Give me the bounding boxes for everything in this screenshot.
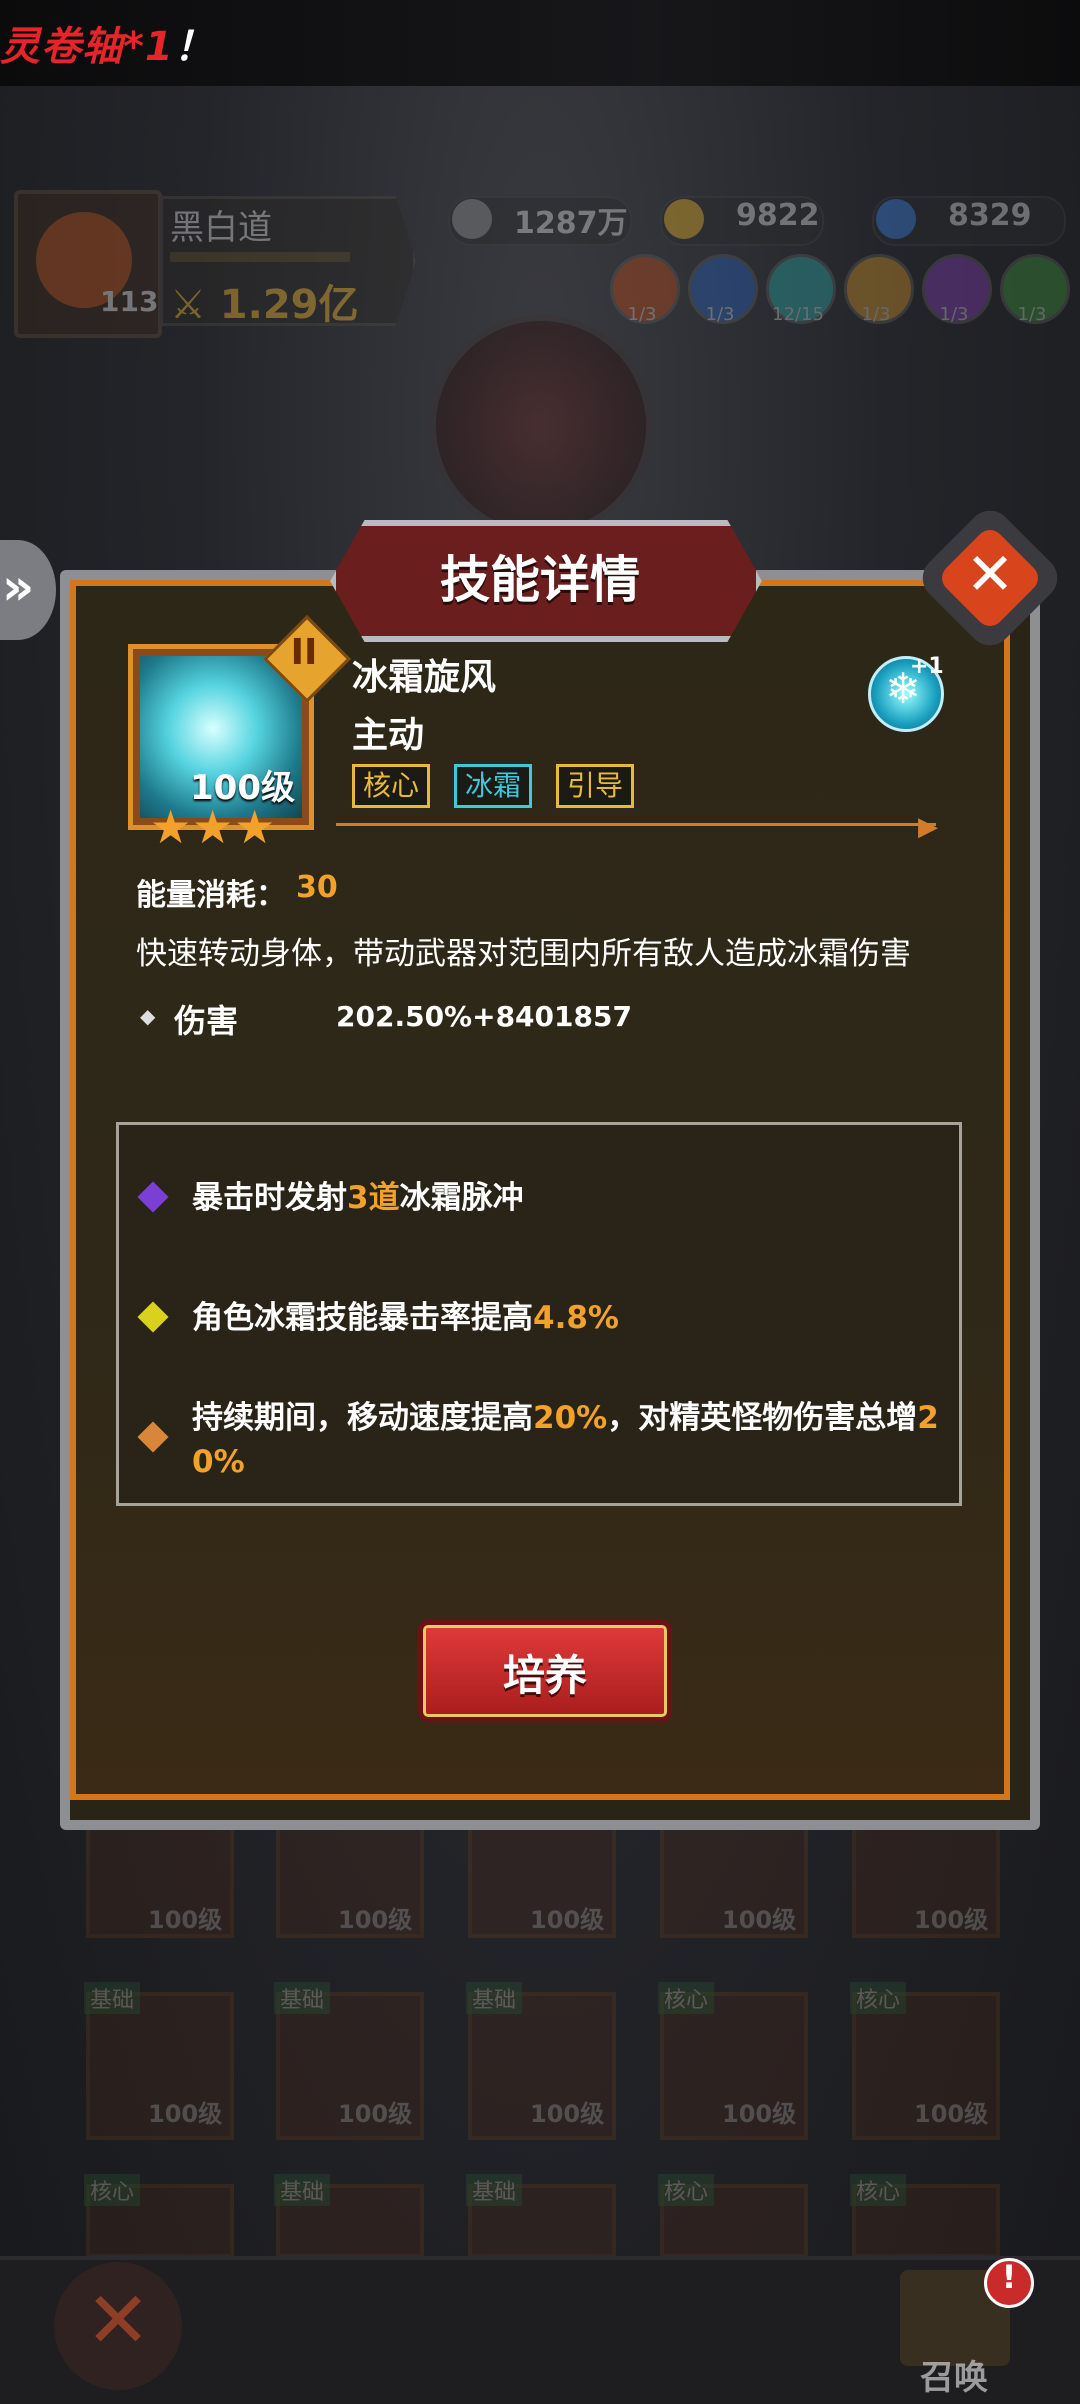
effect-3: 持续期间，移动速度提高20%，对精英怪物伤害总增20%: [192, 1396, 948, 1484]
tag-channel: 引导: [556, 764, 635, 808]
star-icon: ★: [150, 800, 192, 854]
slot-level: 100级: [530, 2100, 605, 2128]
slot-tag: 核心: [658, 2174, 715, 2206]
slot-tag: 核心: [850, 1982, 907, 2014]
close-icon: ✕: [85, 2276, 151, 2366]
slot-tag: 基础: [274, 2174, 331, 2206]
damage-value: 202.50%+8401857: [336, 1000, 632, 1033]
effect-text: 角色冰霜技能暴击率提高: [192, 1300, 533, 1336]
bullet-diamond-icon: ◆: [140, 1004, 156, 1028]
combat-power-value: 1.29亿: [219, 282, 359, 328]
banner-text: 灵卷轴*1: [0, 24, 174, 70]
xp-bar: [170, 252, 350, 262]
slot-level: 100级: [148, 2100, 223, 2128]
star-icon: ★: [234, 800, 276, 854]
slot-level: 100级: [148, 1906, 223, 1934]
slot-tag: 核心: [850, 2174, 907, 2206]
gold-coin-icon: [664, 199, 704, 239]
banner-message: 灵卷轴*1！: [0, 14, 215, 72]
resource-coin-value: 1287万: [514, 206, 628, 241]
alert-icon: !: [1001, 2258, 1017, 2296]
slot-tag: 基础: [274, 1982, 331, 2014]
effect-2: 角色冰霜技能暴击率提高4.8%: [192, 1296, 619, 1340]
effect-text: 持续期间，移动速度提高: [192, 1400, 533, 1436]
skill-description: 快速转动身体，带动武器对范围内所有敌人造成冰霜伤害: [136, 936, 911, 972]
energy-cost-label: 能量消耗：: [136, 878, 286, 913]
slot-tag: 核心: [84, 2174, 141, 2206]
arrow-right-icon: ▶: [918, 812, 938, 842]
tag-core: 核心: [352, 764, 431, 808]
combat-power: ⚔ 1.29亿: [170, 282, 359, 328]
slot-tag: 基础: [84, 1982, 141, 2014]
slot-tag: 基础: [466, 1982, 523, 2014]
effect-text: 暴击时发射: [192, 1180, 347, 1216]
damage-label: 伤害: [174, 1002, 239, 1040]
divider: [336, 823, 936, 826]
element-count: 12/15: [772, 304, 824, 325]
star-icon: ★: [192, 800, 234, 854]
tier-label: II: [290, 632, 318, 673]
effect-highlight: 20%: [533, 1400, 608, 1436]
cultivate-label: 培养: [502, 1651, 587, 1700]
slot-tag: 基础: [466, 2174, 523, 2206]
element-count: 1/3: [861, 304, 891, 325]
slot-level: 100级: [338, 2100, 413, 2128]
modal-title: 技能详情: [440, 551, 640, 609]
player-name: 黑白道: [170, 208, 272, 248]
gem-icon: [876, 199, 916, 239]
double-chevron-icon: »: [2, 558, 35, 616]
slot-tag: 核心: [658, 1982, 715, 2014]
player-level: 113: [100, 285, 159, 318]
slot-level: 100级: [722, 2100, 797, 2128]
resource-gold-value: 9822: [736, 198, 820, 233]
rune-plus: +1: [910, 654, 944, 679]
slot-level: 100级: [338, 1906, 413, 1934]
coin-icon: [452, 199, 492, 239]
element-count: 1/3: [939, 304, 969, 325]
element-count: 1/3: [1017, 304, 1047, 325]
skill-name: 冰霜旋风: [352, 657, 497, 698]
slot-level: 100级: [914, 1906, 989, 1934]
banner-bang: ！: [173, 24, 215, 70]
energy-cost-value: 30: [296, 870, 338, 905]
effect-highlight: 3道: [347, 1180, 400, 1216]
slot-level: 100级: [914, 2100, 989, 2128]
element-count: 1/3: [705, 304, 735, 325]
tag-frost: 冰霜: [454, 764, 533, 808]
element-count: 1/3: [627, 304, 657, 325]
slot-level: 100级: [722, 1906, 797, 1934]
emblem-icon: [430, 315, 652, 537]
effect-text: ，对精英怪物伤害总增: [607, 1400, 918, 1436]
effect-1: 暴击时发射3道冰霜脉冲: [192, 1176, 524, 1220]
close-icon: ✕: [965, 540, 1015, 608]
effect-highlight: 4.8%: [533, 1300, 619, 1336]
effect-text: 冰霜脉冲: [399, 1180, 524, 1216]
summon-label: 召唤: [920, 2358, 988, 2398]
resource-gem-value: 8329: [948, 198, 1032, 233]
skill-type: 主动: [352, 715, 425, 756]
slot-level: 100级: [530, 1906, 605, 1934]
